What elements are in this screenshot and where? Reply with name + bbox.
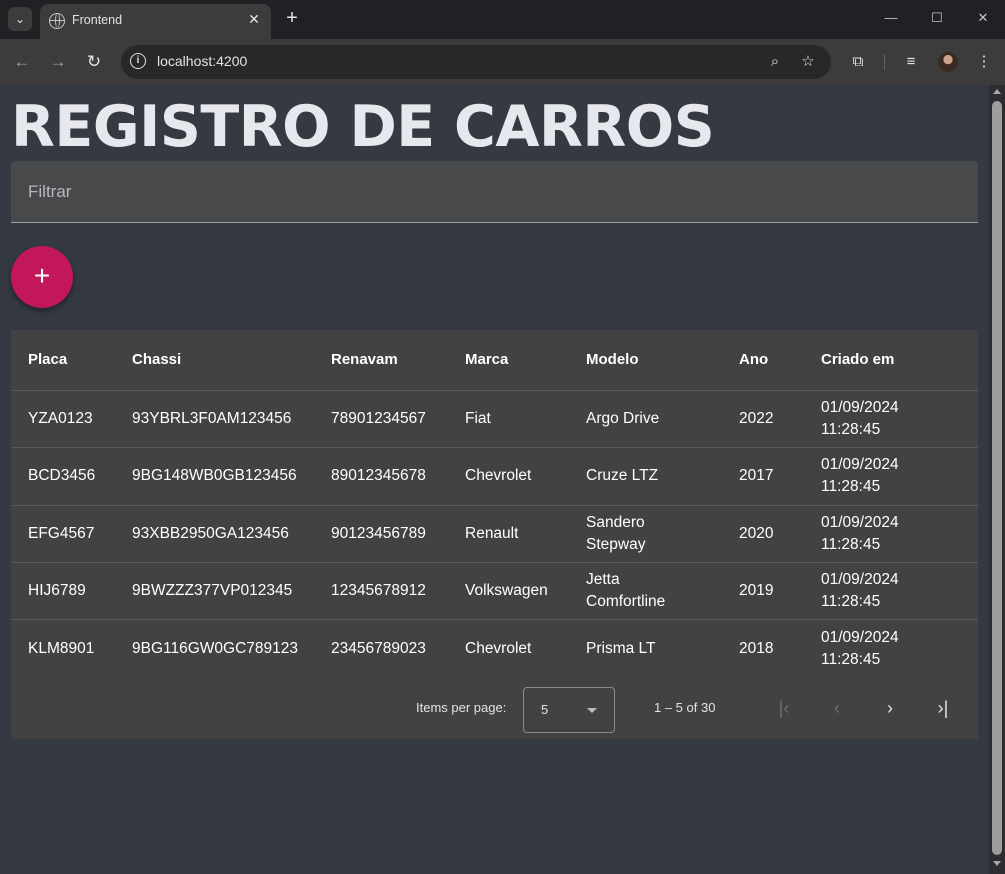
maximize-icon[interactable]: ☐ (927, 8, 947, 28)
items-per-page-label: Items per page: (416, 700, 507, 715)
cell-marca: Volkswagen (465, 582, 548, 599)
cell-ano: 2020 (739, 525, 774, 542)
page-viewport: REGISTRO DE CARROS + Placa Chassi Renava… (0, 85, 989, 874)
table-row[interactable]: EFG4567 93XBB2950GA123456 90123456789 Re… (11, 506, 978, 563)
cell-ano: 2022 (739, 410, 774, 427)
cell-renavam: 23456789023 (331, 640, 426, 657)
page-range-label: 1 – 5 of 30 (654, 700, 716, 715)
cell-marca: Fiat (465, 410, 491, 427)
cell-criado-em: 01/09/2024 11:28:45 (821, 571, 899, 610)
cell-marca: Chevrolet (465, 467, 532, 484)
cell-renavam: 12345678912 (331, 582, 426, 599)
browser-tab-bar: ⌄ Frontend ✕ + — ☐ ✕ (0, 0, 1005, 39)
cell-chassi: 9BWZZZ377VP012345 (132, 582, 293, 599)
forward-icon[interactable]: → (47, 51, 69, 73)
cell-placa: EFG4567 (28, 525, 95, 542)
next-page-icon[interactable]: › (878, 696, 902, 720)
cell-modelo: Argo Drive (586, 410, 660, 427)
cell-placa: HIJ6789 (28, 582, 86, 599)
filter-input[interactable] (28, 180, 948, 204)
table-row[interactable]: BCD3456 9BG148WB0GB123456 89012345678 Ch… (11, 448, 978, 506)
toolbar-divider (884, 54, 885, 70)
previous-page-icon[interactable]: ‹ (825, 696, 849, 720)
profile-avatar[interactable] (938, 52, 958, 72)
page-title: REGISTRO DE CARROS (11, 94, 715, 160)
cell-placa: BCD3456 (28, 467, 96, 484)
filter-field[interactable] (11, 161, 978, 223)
cell-criado-em: 01/09/2024 11:28:45 (821, 514, 899, 553)
cell-renavam: 90123456789 (331, 525, 426, 542)
cell-ano: 2017 (739, 467, 774, 484)
cell-renavam: 89012345678 (331, 467, 426, 484)
menu-icon[interactable]: ⋮ (974, 52, 994, 72)
cell-modelo: Prisma LT (586, 640, 656, 657)
url-text[interactable]: localhost:4200 (157, 53, 247, 69)
cell-ano: 2019 (739, 582, 774, 599)
column-header-criado-em[interactable]: Criado em (821, 349, 894, 371)
table-row[interactable]: YZA0123 93YBRL3F0AM123456 78901234567 Fi… (11, 391, 978, 448)
close-icon[interactable]: ✕ (245, 10, 263, 28)
page-size-value[interactable]: 5 (541, 702, 548, 717)
cars-table: Placa Chassi Renavam Marca Modelo Ano Cr… (11, 330, 978, 739)
new-tab-icon[interactable]: + (282, 6, 302, 30)
cell-criado-em: 01/09/2024 11:28:45 (821, 629, 899, 668)
tab-search-icon[interactable]: ⌄ (8, 7, 32, 31)
cell-modelo: Sandero Stepway (586, 514, 646, 553)
page-size-select[interactable]: 5 (523, 687, 615, 733)
window-close-icon[interactable]: ✕ (973, 8, 993, 28)
cell-placa: YZA0123 (28, 410, 93, 427)
address-bar[interactable]: i localhost:4200 ⌕ ☆ (121, 45, 831, 79)
scroll-up-arrow-icon[interactable] (993, 89, 1001, 94)
cell-modelo: Jetta Comfortline (586, 571, 666, 610)
reload-icon[interactable]: ↻ (83, 51, 105, 73)
table-row[interactable]: HIJ6789 9BWZZZ377VP012345 12345678912 Vo… (11, 563, 978, 620)
extensions-icon[interactable]: ⧉ (848, 52, 868, 72)
site-info-icon[interactable]: i (130, 53, 146, 69)
cell-chassi: 93XBB2950GA123456 (132, 525, 289, 542)
star-icon[interactable]: ☆ (798, 52, 818, 72)
media-control-icon[interactable]: ≡ (901, 52, 921, 72)
tab-title: Frontend (72, 13, 123, 27)
cell-chassi: 93YBRL3F0AM123456 (132, 410, 292, 427)
page-scrollbar[interactable] (989, 85, 1005, 874)
scroll-down-arrow-icon[interactable] (993, 861, 1001, 866)
cell-marca: Renault (465, 525, 519, 542)
table-row[interactable]: KLM8901 9BG116GW0GC789123 23456789023 Ch… (11, 620, 978, 677)
browser-tab[interactable]: Frontend ✕ (40, 4, 271, 39)
cell-ano: 2018 (739, 640, 774, 657)
paginator: Items per page: 5 1 – 5 of 30 |‹ ‹ › ›| (11, 677, 978, 739)
add-car-button[interactable]: + (11, 246, 73, 308)
dropdown-arrow-icon[interactable] (587, 708, 597, 713)
cell-modelo: Cruze LTZ (586, 467, 659, 484)
cell-chassi: 9BG148WB0GB123456 (132, 467, 297, 484)
cell-chassi: 9BG116GW0GC789123 (132, 640, 299, 657)
globe-icon (49, 13, 65, 29)
scroll-thumb[interactable] (992, 101, 1002, 855)
column-header-placa[interactable]: Placa (28, 349, 67, 371)
column-header-renavam[interactable]: Renavam (331, 349, 398, 371)
last-page-icon[interactable]: ›| (931, 696, 955, 720)
first-page-icon[interactable]: |‹ (772, 696, 796, 720)
cell-criado-em: 01/09/2024 11:28:45 (821, 399, 899, 438)
table-header-row: Placa Chassi Renavam Marca Modelo Ano Cr… (11, 330, 978, 391)
cell-placa: KLM8901 (28, 640, 95, 657)
column-header-chassi[interactable]: Chassi (132, 349, 181, 371)
column-header-ano[interactable]: Ano (739, 349, 768, 371)
zoom-icon[interactable]: ⌕ (765, 52, 785, 72)
browser-toolbar: ← → ↻ i localhost:4200 ⌕ ☆ ⧉ ≡ ⋮ (0, 39, 1005, 85)
column-header-marca[interactable]: Marca (465, 349, 508, 371)
back-icon[interactable]: ← (11, 51, 33, 73)
cell-marca: Chevrolet (465, 640, 532, 657)
column-header-modelo[interactable]: Modelo (586, 349, 639, 371)
cell-renavam: 78901234567 (331, 410, 426, 427)
minimize-icon[interactable]: — (881, 8, 901, 28)
cell-criado-em: 01/09/2024 11:28:45 (821, 456, 899, 495)
